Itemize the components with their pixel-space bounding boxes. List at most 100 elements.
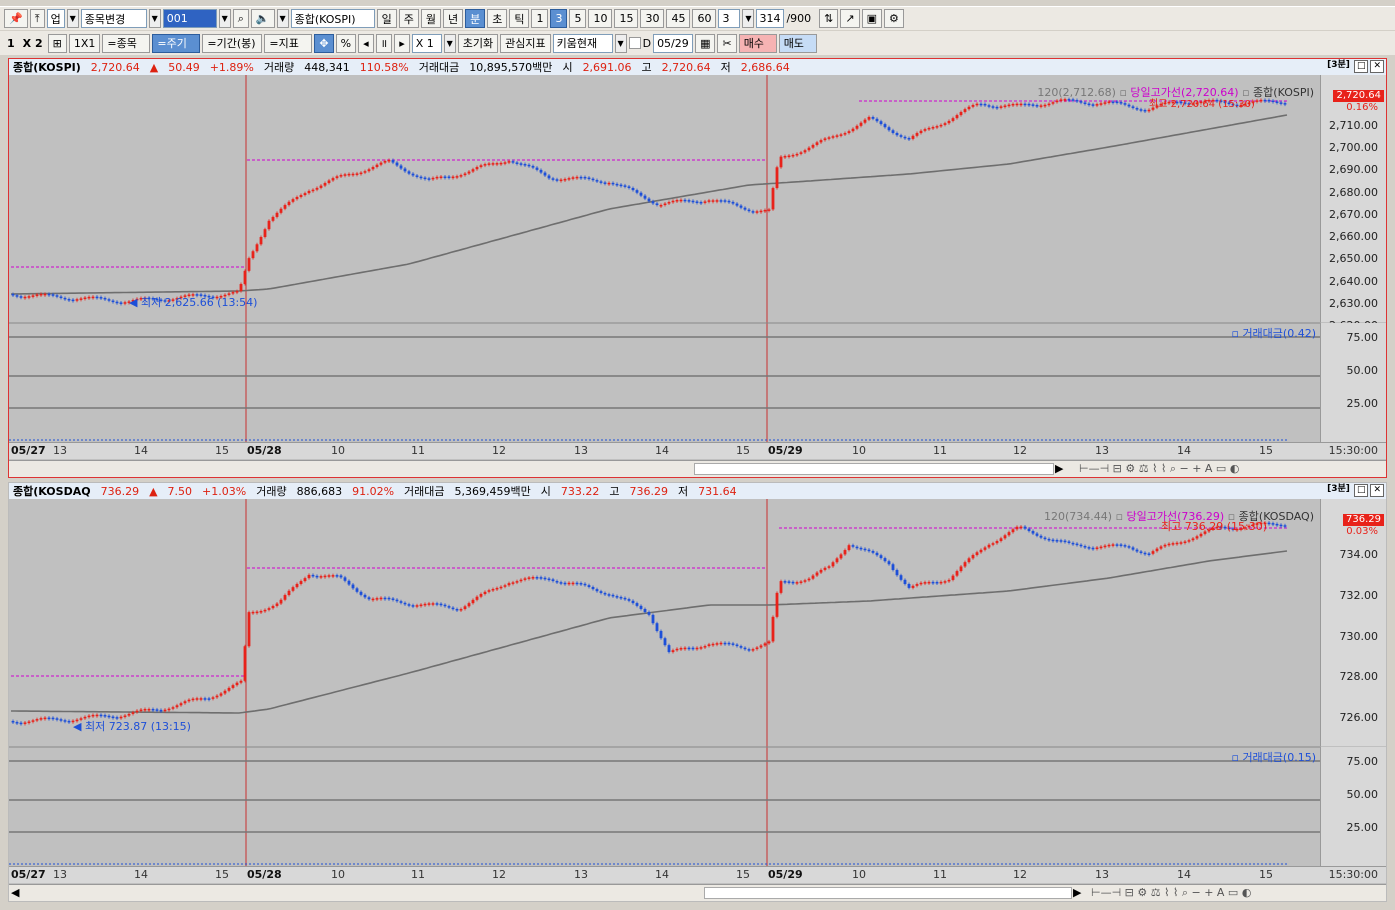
max-note: 최고 736.29 (15:30) (1161, 520, 1268, 533)
sync-range-button[interactable]: =기간(봉) (202, 33, 263, 53)
period-tick[interactable]: 틱 (509, 9, 530, 28)
up-button[interactable]: ⤒ (29, 9, 45, 28)
zoom-tools[interactable]: ⊢—⊣ ⊟ ⚙ ⚖ ⌇ ⌇ ⌕ − + A ▭ ◐ (1079, 462, 1239, 476)
grid-icon[interactable]: ⊞ (47, 33, 67, 53)
candle (611, 181, 615, 186)
kiwoom-dropdown-icon[interactable]: ▼ (614, 33, 627, 53)
code-dropdown-icon[interactable]: ▼ (218, 9, 231, 28)
sync-indicator-button[interactable]: =지표 (264, 33, 313, 53)
candle (375, 596, 379, 602)
candle (1007, 103, 1011, 108)
candle (811, 143, 815, 150)
sync-stock-button[interactable]: =종목 (102, 33, 151, 53)
scroll-right-icon[interactable]: ▶ (1055, 462, 1063, 475)
candle (75, 297, 79, 303)
candle (503, 583, 507, 589)
save-icon[interactable]: ▣ (861, 9, 882, 28)
market-dropdown-icon[interactable]: ▼ (66, 9, 79, 28)
interval-1[interactable]: 1 (531, 9, 549, 28)
prev-icon[interactable]: ◂ (358, 33, 374, 53)
sync-period-button[interactable]: =주기 (152, 33, 201, 53)
zoom-tools[interactable]: ⊢—⊣ ⊟ ⚙ ⚖ ⌇ ⌇ ⌕ − + A ▭ ◐ (1091, 886, 1251, 900)
candle (675, 647, 679, 652)
gear-icon[interactable]: ⚙ (884, 9, 904, 28)
multiplier-dropdown-icon[interactable]: ▼ (443, 33, 456, 53)
market-select[interactable]: 업 (46, 9, 65, 28)
scroll-thumb[interactable] (704, 887, 1072, 899)
date-checkbox[interactable] (628, 37, 641, 49)
speaker-icon[interactable]: 🔈 (250, 9, 275, 28)
interval-15[interactable]: 15 (614, 9, 639, 28)
candle (667, 200, 671, 206)
scroll-left-icon[interactable]: ◀ (11, 886, 19, 899)
candle (383, 596, 387, 601)
candle (399, 164, 403, 171)
layout-x2[interactable]: X 2 (20, 37, 46, 50)
candle (435, 175, 439, 180)
speaker-dropdown-icon[interactable]: ▼ (276, 9, 289, 28)
scroll-thumb[interactable] (694, 463, 1054, 475)
scissors-icon[interactable]: ✂ (717, 33, 737, 53)
candle (411, 172, 415, 177)
candle (967, 105, 971, 111)
period-second[interactable]: 초 (487, 9, 508, 28)
trend-icon[interactable]: ↗ (840, 9, 860, 28)
crosshair-icon[interactable]: ✥ (314, 33, 334, 53)
candle (219, 691, 223, 698)
multiplier-select[interactable]: X 1 (411, 33, 442, 53)
candle (1283, 101, 1287, 107)
kospi-scrollbar[interactable]: ▶ ⊢—⊣ ⊟ ⚙ ⚖ ⌇ ⌇ ⌕ − + A ▭ ◐ (9, 460, 1386, 477)
x-tick: 14 (134, 868, 148, 881)
period-month[interactable]: 월 (420, 9, 441, 28)
candle (671, 199, 675, 204)
candle (975, 550, 979, 557)
interval-dropdown-icon[interactable]: ▼ (742, 9, 755, 28)
candle (367, 167, 371, 173)
candle (415, 173, 419, 179)
interval-5[interactable]: 5 (569, 9, 587, 28)
period-day[interactable]: 일 (376, 9, 397, 28)
y-tick: 734.00 (1339, 548, 1379, 561)
interest-indicator-button[interactable]: 관심지표 (500, 33, 551, 53)
layout-1x1[interactable]: 1X1 (68, 33, 101, 53)
layout-1[interactable]: 1 (4, 37, 18, 50)
x-tick: 13 (1095, 444, 1109, 457)
scroll-right-icon[interactable]: ▶ (1073, 886, 1081, 899)
interval-3[interactable]: 3 (550, 9, 568, 28)
candle (943, 579, 947, 585)
chevron-down-icon[interactable]: ▼ (148, 9, 161, 28)
period-year[interactable]: 년 (442, 9, 464, 28)
compare-icon[interactable]: ⇅ (819, 9, 839, 28)
candle (199, 696, 203, 702)
interval-select[interactable]: 3 (718, 9, 741, 28)
candle (351, 583, 355, 590)
buy-button[interactable]: 매수 (738, 33, 777, 53)
next-icon[interactable]: ▸ (394, 33, 410, 53)
search-icon[interactable]: ⌕ (232, 9, 249, 28)
pause-icon[interactable]: ॥ (375, 33, 393, 53)
count-input[interactable]: 314 (756, 9, 785, 28)
kiwoom-select[interactable]: 키움현재 (552, 33, 613, 53)
x-tick: 11 (933, 868, 947, 881)
candle (1003, 533, 1007, 540)
percent-button[interactable]: % (335, 33, 357, 53)
date-input[interactable]: 05/29 (653, 33, 694, 53)
sell-button[interactable]: 매도 (778, 33, 817, 53)
interval-45[interactable]: 45 (666, 9, 691, 28)
interval-10[interactable]: 10 (588, 9, 613, 28)
kosdaq-scrollbar[interactable]: ◀ ▶ ⊢—⊣ ⊟ ⚙ ⚖ ⌇ ⌇ ⌕ − + A ▭ ◐ (9, 884, 1386, 901)
period-minute[interactable]: 분 (465, 9, 486, 28)
candle (795, 152, 799, 157)
x-tick: 10 (852, 868, 866, 881)
code-input[interactable]: 001 (162, 9, 217, 28)
change-stock-select[interactable]: 종목변경 (80, 9, 147, 28)
period-week[interactable]: 주 (398, 9, 419, 28)
candle (867, 115, 871, 122)
interval-30[interactable]: 30 (640, 9, 665, 28)
interval-60[interactable]: 60 (692, 9, 717, 28)
candle (623, 183, 627, 189)
pin-button[interactable]: 📌 (4, 9, 28, 28)
reset-button[interactable]: 초기화 (457, 33, 499, 53)
candle (591, 177, 595, 182)
calendar-icon[interactable]: ▦ (695, 33, 716, 53)
